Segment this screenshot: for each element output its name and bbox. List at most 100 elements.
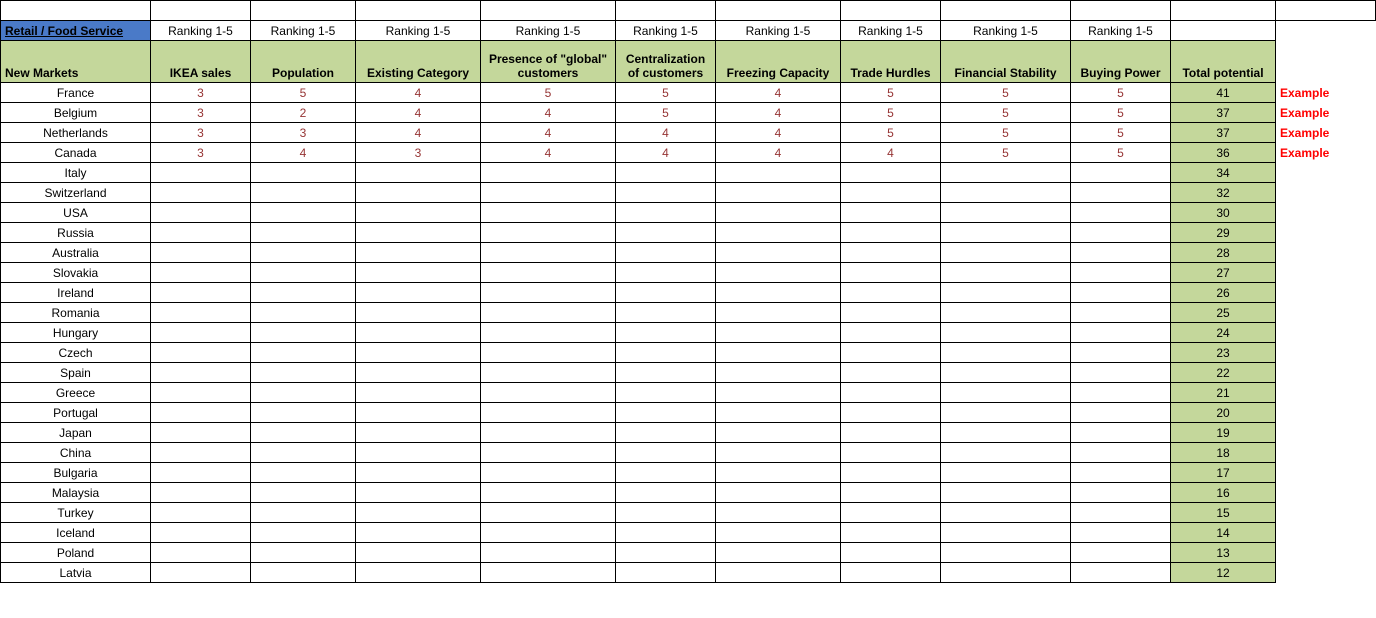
ranking-cell[interactable] [841, 223, 941, 243]
ranking-cell[interactable] [151, 563, 251, 583]
ranking-cell[interactable] [151, 543, 251, 563]
ranking-cell[interactable] [841, 363, 941, 383]
ranking-cell[interactable] [616, 423, 716, 443]
ranking-cell[interactable] [151, 483, 251, 503]
ranking-cell[interactable] [151, 163, 251, 183]
ranking-cell[interactable] [251, 543, 356, 563]
ranking-cell[interactable] [941, 383, 1071, 403]
ranking-cell[interactable] [151, 343, 251, 363]
ranking-cell[interactable] [1071, 203, 1171, 223]
ranking-cell[interactable] [356, 283, 481, 303]
ranking-cell[interactable] [356, 203, 481, 223]
ranking-cell[interactable] [251, 563, 356, 583]
ranking-cell[interactable] [1071, 403, 1171, 423]
ranking-cell[interactable] [1071, 363, 1171, 383]
ranking-cell[interactable] [616, 503, 716, 523]
ranking-cell[interactable] [841, 203, 941, 223]
ranking-cell[interactable] [356, 243, 481, 263]
ranking-cell[interactable] [481, 543, 616, 563]
ranking-cell[interactable] [1071, 263, 1171, 283]
ranking-cell[interactable] [616, 563, 716, 583]
ranking-cell[interactable] [151, 383, 251, 403]
ranking-cell[interactable]: 4 [716, 103, 841, 123]
ranking-cell[interactable] [356, 363, 481, 383]
ranking-cell[interactable] [251, 443, 356, 463]
ranking-cell[interactable] [481, 303, 616, 323]
ranking-cell[interactable] [251, 223, 356, 243]
ranking-cell[interactable]: 3 [151, 123, 251, 143]
ranking-cell[interactable] [356, 223, 481, 243]
ranking-cell[interactable] [616, 243, 716, 263]
ranking-cell[interactable] [616, 543, 716, 563]
ranking-cell[interactable] [151, 503, 251, 523]
ranking-cell[interactable] [356, 443, 481, 463]
ranking-cell[interactable] [941, 163, 1071, 183]
ranking-cell[interactable] [616, 183, 716, 203]
ranking-cell[interactable] [481, 483, 616, 503]
ranking-cell[interactable] [716, 443, 841, 463]
ranking-cell[interactable] [151, 523, 251, 543]
ranking-cell[interactable] [251, 183, 356, 203]
ranking-cell[interactable] [151, 283, 251, 303]
ranking-cell[interactable] [251, 163, 356, 183]
ranking-cell[interactable] [1071, 423, 1171, 443]
ranking-cell[interactable]: 4 [251, 143, 356, 163]
ranking-cell[interactable] [481, 203, 616, 223]
ranking-cell[interactable] [251, 243, 356, 263]
ranking-cell[interactable] [841, 563, 941, 583]
ranking-cell[interactable]: 5 [841, 83, 941, 103]
ranking-cell[interactable] [716, 243, 841, 263]
ranking-cell[interactable] [481, 323, 616, 343]
ranking-cell[interactable]: 5 [941, 123, 1071, 143]
ranking-cell[interactable] [716, 183, 841, 203]
ranking-cell[interactable] [616, 523, 716, 543]
ranking-cell[interactable] [1071, 303, 1171, 323]
ranking-cell[interactable] [616, 263, 716, 283]
ranking-cell[interactable]: 2 [251, 103, 356, 123]
ranking-cell[interactable] [941, 463, 1071, 483]
ranking-cell[interactable] [941, 283, 1071, 303]
ranking-cell[interactable] [841, 343, 941, 363]
ranking-cell[interactable] [151, 323, 251, 343]
ranking-cell[interactable] [716, 423, 841, 443]
ranking-cell[interactable] [841, 543, 941, 563]
ranking-cell[interactable] [1071, 283, 1171, 303]
ranking-cell[interactable] [1071, 543, 1171, 563]
ranking-cell[interactable] [151, 303, 251, 323]
ranking-cell[interactable] [481, 283, 616, 303]
ranking-cell[interactable] [841, 163, 941, 183]
ranking-cell[interactable] [356, 323, 481, 343]
ranking-cell[interactable] [716, 343, 841, 363]
ranking-cell[interactable] [941, 343, 1071, 363]
ranking-cell[interactable] [716, 563, 841, 583]
ranking-cell[interactable] [941, 483, 1071, 503]
ranking-cell[interactable] [251, 363, 356, 383]
ranking-cell[interactable] [251, 383, 356, 403]
ranking-cell[interactable] [151, 263, 251, 283]
ranking-cell[interactable] [616, 303, 716, 323]
ranking-cell[interactable] [941, 223, 1071, 243]
ranking-cell[interactable] [251, 323, 356, 343]
ranking-cell[interactable] [356, 523, 481, 543]
ranking-cell[interactable]: 4 [481, 143, 616, 163]
ranking-cell[interactable] [481, 343, 616, 363]
ranking-cell[interactable] [941, 443, 1071, 463]
ranking-cell[interactable]: 4 [356, 103, 481, 123]
ranking-cell[interactable] [251, 303, 356, 323]
ranking-cell[interactable] [151, 363, 251, 383]
ranking-cell[interactable]: 4 [356, 83, 481, 103]
ranking-cell[interactable] [481, 523, 616, 543]
ranking-cell[interactable] [151, 443, 251, 463]
ranking-cell[interactable] [841, 303, 941, 323]
ranking-cell[interactable] [481, 423, 616, 443]
ranking-cell[interactable] [941, 363, 1071, 383]
ranking-cell[interactable] [716, 483, 841, 503]
ranking-cell[interactable] [941, 403, 1071, 423]
ranking-cell[interactable] [716, 283, 841, 303]
ranking-cell[interactable]: 5 [941, 143, 1071, 163]
ranking-cell[interactable] [716, 383, 841, 403]
ranking-cell[interactable] [841, 443, 941, 463]
ranking-cell[interactable] [251, 423, 356, 443]
ranking-cell[interactable] [356, 343, 481, 363]
ranking-cell[interactable]: 5 [841, 123, 941, 143]
